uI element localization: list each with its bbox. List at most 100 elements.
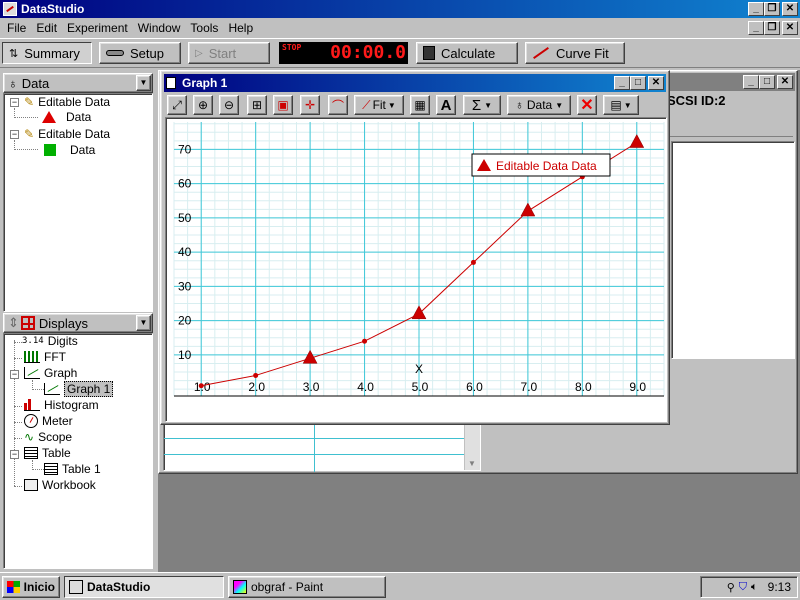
tree-item-editable-data[interactable]: ✎ Editable Data (24, 95, 110, 109)
x-tick-label: 5.0 (412, 380, 429, 394)
tree-item-workbook[interactable]: Workbook (24, 478, 96, 492)
zoom-in-icon[interactable]: ⊕ (193, 95, 213, 115)
mdi-minimize-button[interactable]: _ (748, 21, 764, 35)
zoom-out-icon[interactable]: ⊖ (219, 95, 239, 115)
network-icon[interactable]: ⚲ (727, 581, 735, 594)
collapse-toggle[interactable]: − (10, 370, 19, 379)
tree-item-label: Editable Data (38, 127, 111, 141)
data-panel-header[interactable]: ♁ Data ▼ (3, 73, 153, 93)
chevron-down-icon[interactable]: ▼ (136, 315, 151, 331)
menu-edit[interactable]: Edit (31, 21, 62, 35)
y-tick-label: 10 (178, 348, 192, 362)
setup-button[interactable]: Setup (99, 42, 181, 64)
bg-minimize-button[interactable]: _ (743, 75, 759, 89)
statistics-dropdown[interactable]: Σ ▼ (463, 95, 501, 115)
plot-area[interactable]: 1.02.03.04.05.06.07.08.09.01020304050607… (165, 117, 667, 422)
volume-icon[interactable]: 🔈︎ (751, 581, 758, 594)
tree-item-digits[interactable]: 3.14 Digits (22, 334, 78, 348)
graph-chart[interactable]: 1.02.03.04.05.06.07.08.09.01020304050607… (166, 118, 666, 421)
tree-item-table[interactable]: Table (24, 446, 71, 460)
delete-x-icon[interactable]: ✕ (577, 95, 597, 115)
tree-item-label: Digits (47, 334, 78, 348)
shield-icon[interactable]: ⛉ (739, 581, 747, 594)
scope-icon: ∿ (24, 430, 35, 444)
data-dropdown[interactable]: ♁ Data ▼ (507, 95, 571, 115)
tree-item-label: Data (66, 110, 92, 124)
data-point (470, 259, 476, 265)
tree-item-table-1[interactable]: Table 1 (44, 462, 101, 476)
summary-button[interactable]: ⇅ Summary (2, 42, 92, 64)
x-tick-label: 9.0 (629, 380, 646, 394)
slope-tool-icon[interactable]: ⌒ (328, 95, 348, 115)
settings-dropdown[interactable]: ▤ ▼ (603, 95, 639, 115)
task-datastudio[interactable]: DataStudio (64, 576, 224, 598)
chevron-down-icon: ▼ (484, 100, 493, 110)
tree-item-label: Workbook (42, 478, 96, 492)
start-menu-button[interactable]: Inicio (2, 576, 60, 598)
bg-table-pane[interactable]: ▼ (163, 423, 481, 472)
curve-fit-button[interactable]: Curve Fit (525, 42, 625, 64)
menu-window[interactable]: Window (133, 21, 186, 35)
tree-item-graph-1[interactable]: Graph 1 (44, 381, 114, 397)
menu-tools[interactable]: Tools (185, 21, 223, 35)
graph-minimize-button[interactable]: _ (614, 76, 630, 90)
sigma-icon: Σ (471, 96, 482, 114)
vertical-scrollbar[interactable]: ▼ (464, 424, 480, 470)
graph-window[interactable]: Graph 1 _ □ ✕ ⤢ ⊕ ⊖ ⊞ ▣ ✛ ⌒ ⟋ Fit ▼ ▦ A … (160, 70, 670, 425)
data-lock-icon[interactable]: ▣ (273, 95, 293, 115)
chevron-down-icon[interactable]: ▼ (136, 75, 151, 91)
y-tick-label: 60 (178, 177, 192, 191)
x-tick-label: 6.0 (466, 380, 483, 394)
tree-item-fft[interactable]: FFT (24, 350, 66, 364)
start-button[interactable]: ▷ Start (188, 42, 270, 64)
bg-list-pane[interactable] (671, 141, 795, 359)
meter-icon (24, 414, 38, 428)
bg-close-button[interactable]: ✕ (777, 75, 793, 89)
graph-close-button[interactable]: ✕ (648, 76, 664, 90)
tree-item-scope[interactable]: ∿ Scope (24, 430, 72, 444)
data-drop-icon: ♁ (514, 98, 524, 112)
task-paint[interactable]: obgraf - Paint (228, 576, 386, 598)
autoscale-icon[interactable]: ⤢ (167, 95, 187, 115)
displays-panel-header[interactable]: ⇕ Displays ▼ (3, 313, 153, 333)
setup-label: Setup (130, 45, 164, 61)
menu-file[interactable]: File (2, 21, 31, 35)
collapse-toggle[interactable]: − (10, 130, 19, 139)
tree-item-label: Graph (44, 366, 78, 380)
bg-maximize-button[interactable]: □ (759, 75, 775, 89)
summary-icon: ⇅ (9, 47, 19, 60)
zoom-select-icon[interactable]: ⊞ (247, 95, 267, 115)
tree-item-label: Table 1 (62, 462, 101, 476)
tree-item-data-square[interactable]: Data (44, 143, 95, 157)
smart-cursor-icon[interactable]: ✛ (300, 95, 320, 115)
close-button[interactable]: ✕ (782, 2, 798, 16)
menu-experiment[interactable]: Experiment (62, 21, 133, 35)
tree-item-data-triangle[interactable]: Data (42, 110, 91, 124)
datastudio-app-icon (69, 580, 83, 594)
minimize-button[interactable]: _ (748, 2, 764, 16)
tree-item-graph[interactable]: Graph (24, 366, 77, 380)
datastudio-app-icon[interactable] (3, 2, 17, 16)
collapse-toggle[interactable]: − (10, 98, 19, 107)
graph-window-titlebar[interactable]: Graph 1 _ □ ✕ (164, 74, 666, 92)
calculate-button[interactable]: Calculate (416, 42, 518, 64)
scsi-id-label: SCSI ID:2 (667, 93, 726, 108)
tree-item-editable-data[interactable]: ✎ Editable Data (24, 127, 110, 141)
mdi-close-button[interactable]: ✕ (782, 21, 798, 35)
maximize-button[interactable]: ❐ (764, 2, 780, 16)
clock[interactable]: 9:13 (768, 580, 791, 594)
graph-maximize-button[interactable]: □ (630, 76, 646, 90)
timer-display[interactable]: STOP 00:00.0 (279, 42, 408, 64)
calculator-icon[interactable]: ▦ (410, 95, 430, 115)
chevron-down-icon: ▼ (387, 100, 396, 110)
workbook-icon (24, 479, 38, 491)
tree-item-label: Data (70, 143, 96, 157)
timer-value: 00:00.0 (330, 42, 406, 63)
collapse-toggle[interactable]: − (10, 450, 19, 459)
annotation-icon[interactable]: A (436, 95, 456, 115)
tree-item-histogram[interactable]: Histogram (24, 398, 99, 412)
tree-item-meter[interactable]: Meter (24, 414, 73, 428)
fit-dropdown[interactable]: ⟋ Fit ▼ (354, 95, 404, 115)
menu-help[interactable]: Help (223, 21, 258, 35)
mdi-restore-button[interactable]: ❐ (764, 21, 780, 35)
